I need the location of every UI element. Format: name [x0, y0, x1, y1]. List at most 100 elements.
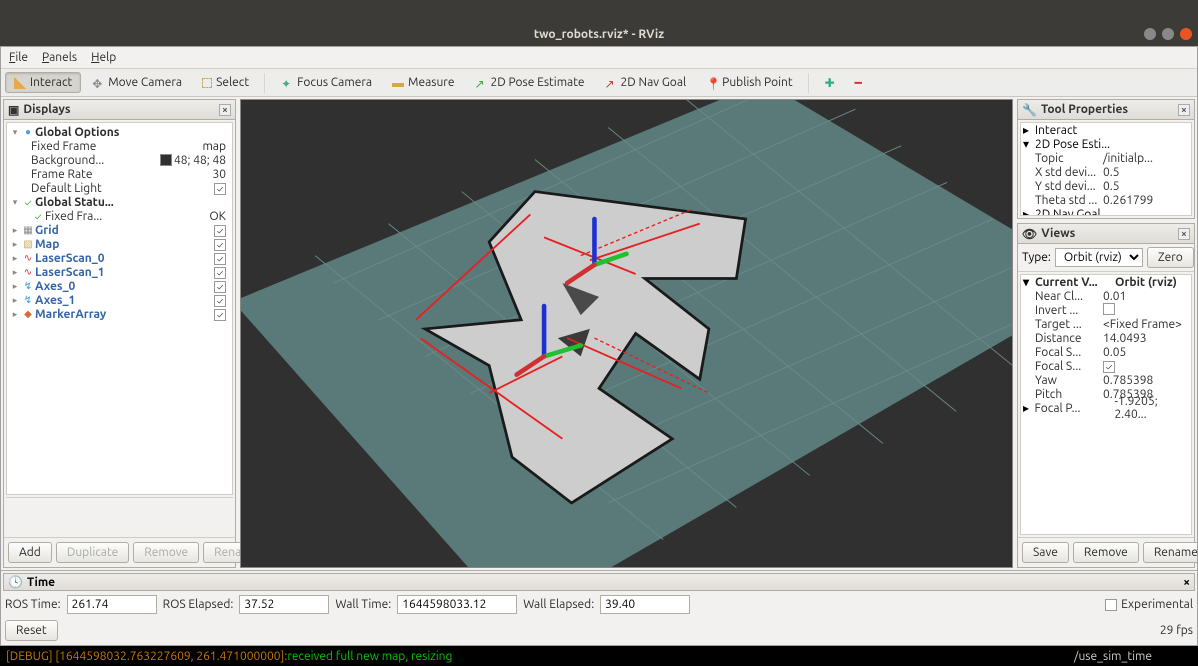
checkbox[interactable]: ✓ [214, 309, 226, 321]
prop-focal-p[interactable]: Focal P... [1034, 402, 1114, 415]
prop-background[interactable]: Background... [31, 154, 104, 167]
tool-props-tree[interactable]: ▸Interact ▾2D Pose Esti... Topic/initial… [1020, 122, 1192, 216]
prop-nav-goal[interactable]: 2D Nav Goal [1035, 208, 1101, 217]
tree-axes-1[interactable]: Axes_1 [35, 294, 75, 307]
tool-publish-label: Publish Point [722, 76, 792, 89]
tree-global-status[interactable]: Global Statu... [35, 196, 114, 209]
tool-interact[interactable]: Interact [5, 72, 81, 93]
tree-global-options[interactable]: Global Options [35, 126, 119, 139]
ros-time-field[interactable] [67, 595, 157, 614]
status-fixed-frame: Fixed Fra... [45, 210, 102, 223]
save-button[interactable]: Save [1022, 542, 1069, 563]
type-label: Type: [1022, 251, 1051, 264]
checkbox[interactable]: ✓ [1103, 361, 1115, 373]
3d-viewport[interactable] [240, 99, 1013, 568]
time-header[interactable]: 🕓 Time × [3, 573, 1195, 591]
minimize-button[interactable] [1144, 28, 1156, 40]
panel-close-icon[interactable]: × [1178, 104, 1190, 116]
experimental-checkbox[interactable] [1105, 599, 1117, 611]
checkbox[interactable] [1103, 303, 1115, 315]
maximize-button[interactable] [1162, 28, 1174, 40]
tool-move-camera[interactable]: ✥ Move Camera [83, 72, 191, 93]
displays-footer: Add Duplicate Remove Rename [4, 537, 235, 567]
tool-props-header[interactable]: 🔧 Tool Properties × [1018, 100, 1194, 120]
menu-panels[interactable]: Panels [42, 51, 77, 64]
close-button[interactable] [1180, 28, 1192, 40]
tool-measure[interactable]: Measure [383, 72, 463, 93]
tree-marker-array[interactable]: MarkerArray [35, 308, 106, 321]
prop-pose-est[interactable]: 2D Pose Esti... [1035, 138, 1110, 151]
checkbox[interactable]: ✓ [214, 281, 226, 293]
prop-default-light[interactable]: Default Light [31, 182, 102, 195]
tree-axes-0[interactable]: Axes_0 [35, 280, 75, 293]
displays-title: Displays [23, 103, 70, 116]
prop-topic[interactable]: Topic [1023, 152, 1103, 165]
tool-select-label: Select [216, 76, 249, 89]
tool-nav-goal[interactable]: ↗ 2D Nav Goal [596, 72, 696, 93]
prop-fixed-frame[interactable]: Fixed Frame [31, 140, 96, 153]
fps-label: 29 fps [1160, 624, 1193, 637]
prop-invert[interactable]: Invert ... [1023, 304, 1103, 317]
tool-interact-label: Interact [30, 76, 72, 89]
tree-map[interactable]: Map [35, 238, 59, 251]
arrow-red-icon: ↗ [605, 77, 617, 89]
panel-close-icon[interactable]: × [219, 104, 231, 116]
reset-button[interactable]: Reset [5, 620, 58, 641]
prop-distance[interactable]: Distance [1023, 332, 1103, 345]
prop-x-std[interactable]: X std devi... [1023, 166, 1103, 179]
checkbox[interactable]: ✓ [214, 183, 226, 195]
tree-grid[interactable]: Grid [35, 224, 59, 237]
tool-focus-camera[interactable]: ✦ Focus Camera [272, 72, 381, 93]
log-prefix: [DEBUG] [1644598032.763227609, 261.47100… [6, 650, 287, 663]
tool-select[interactable]: Select [193, 72, 258, 93]
rename-view-button[interactable]: Rename [1143, 542, 1197, 563]
prop-target[interactable]: Target ... [1023, 318, 1103, 331]
tool-measure-label: Measure [408, 76, 454, 89]
time-panel: 🕓 Time × ROS Time: ROS Elapsed: Wall Tim… [1, 570, 1197, 645]
tree-laserscan-0[interactable]: LaserScan_0 [35, 252, 105, 265]
prop-yaw[interactable]: Yaw [1023, 374, 1103, 387]
checkbox[interactable]: ✓ [214, 253, 226, 265]
checkbox[interactable]: ✓ [214, 239, 226, 251]
displays-tree[interactable]: ▾●Global Options Fixed Framemap Backgrou… [6, 122, 233, 495]
ruler-icon [392, 83, 404, 87]
views-header[interactable]: 👁 Views × [1018, 224, 1194, 244]
menu-file[interactable]: File [9, 51, 28, 64]
tool-publish-point[interactable]: 📍 Publish Point [697, 72, 801, 93]
tool-props-title: Tool Properties [1041, 103, 1128, 116]
wall-elapsed-field[interactable] [600, 595, 690, 614]
menu-help[interactable]: Help [91, 51, 116, 64]
ros-elapsed-field[interactable] [239, 595, 329, 614]
tree-laserscan-1[interactable]: LaserScan_1 [35, 266, 105, 279]
tool-move-label: Move Camera [108, 76, 182, 89]
tool-add[interactable]: ✚ [816, 72, 844, 94]
rviz-scene [241, 100, 1012, 567]
tool-remove[interactable]: ━ [846, 72, 871, 94]
experimental-label: Experimental [1121, 598, 1193, 611]
prop-theta[interactable]: Theta std ... [1023, 194, 1103, 207]
panel-close-icon[interactable]: × [1183, 576, 1190, 589]
prop-focal-s2[interactable]: Focal S... [1023, 360, 1103, 373]
prop-interact[interactable]: Interact [1035, 124, 1077, 137]
tool-pose-estimate[interactable]: ↗ 2D Pose Estimate [465, 72, 593, 93]
prop-y-std[interactable]: Y std devi... [1023, 180, 1103, 193]
prop-focal-s1[interactable]: Focal S... [1023, 346, 1103, 359]
remove-view-button[interactable]: Remove [1073, 542, 1139, 563]
checkbox[interactable]: ✓ [214, 295, 226, 307]
add-button[interactable]: Add [8, 542, 52, 563]
tool-nav-label: 2D Nav Goal [621, 76, 687, 89]
wall-time-field[interactable] [397, 595, 517, 614]
views-tree[interactable]: ▾Current V...Orbit (rviz) Near Cl...0.01… [1020, 274, 1192, 535]
tool-focus-label: Focus Camera [297, 76, 372, 89]
prop-near-clip[interactable]: Near Cl... [1023, 290, 1103, 303]
checkbox[interactable]: ✓ [214, 225, 226, 237]
zero-button[interactable]: Zero [1147, 247, 1194, 268]
current-view[interactable]: Current V... [1035, 276, 1115, 289]
prop-frame-rate[interactable]: Frame Rate [31, 168, 92, 181]
view-type-select[interactable]: Orbit (rviz) [1055, 248, 1143, 267]
main-window: File Panels Help Interact ✥ Move Camera … [0, 46, 1198, 646]
displays-header[interactable]: ▣ Displays × [4, 100, 235, 120]
prop-pitch[interactable]: Pitch [1023, 388, 1103, 401]
checkbox[interactable]: ✓ [214, 267, 226, 279]
panel-close-icon[interactable]: × [1178, 228, 1190, 240]
